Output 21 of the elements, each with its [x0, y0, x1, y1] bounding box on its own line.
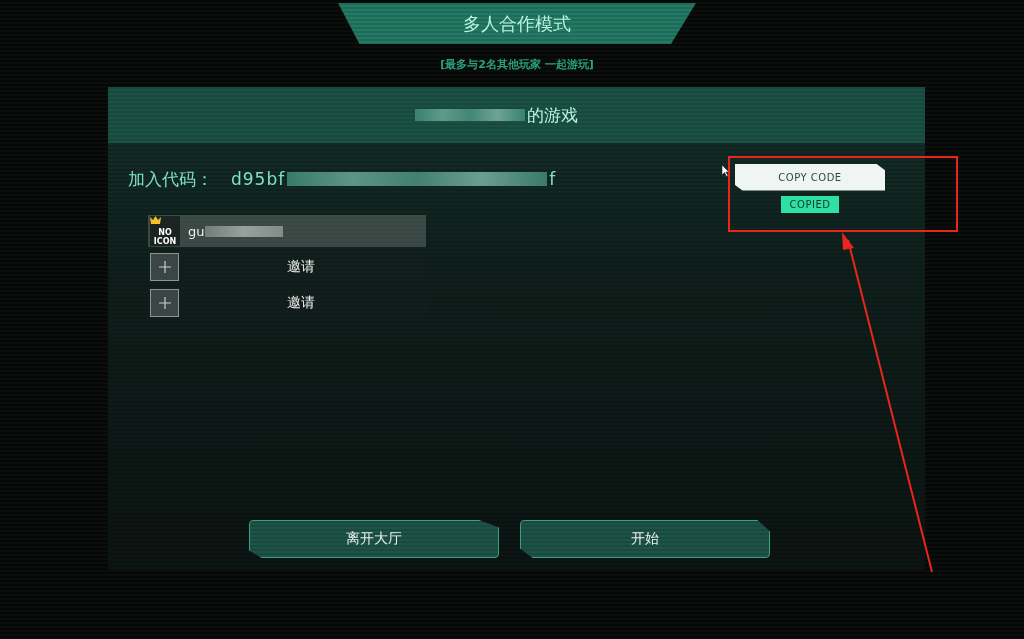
add-player-button[interactable]: [150, 253, 179, 281]
avatar-text: NO: [158, 228, 172, 237]
join-code-end: f: [549, 169, 557, 189]
copied-badge: COPIED: [780, 195, 840, 213]
join-code-start: d95bf: [231, 169, 286, 189]
cursor-icon: [721, 163, 730, 177]
invite-label[interactable]: 邀请: [287, 258, 315, 276]
copy-code-button[interactable]: COPY CODE: [735, 163, 885, 191]
start-button[interactable]: 开始: [520, 520, 770, 558]
mode-title: 多人合作模式: [463, 11, 571, 36]
join-code-label: 加入代码：: [128, 167, 213, 191]
avatar-text: ICON: [153, 237, 177, 246]
plus-icon: [158, 261, 171, 273]
player-limit-note: [最多与2名其他玩家 一起游玩]: [440, 57, 594, 72]
lobby-title: 的游戏: [527, 103, 578, 127]
invite-label[interactable]: 邀请: [287, 294, 315, 312]
crown-icon: [150, 216, 161, 224]
player-name: gu: [188, 223, 205, 239]
leave-lobby-button[interactable]: 离开大厅: [249, 520, 499, 558]
plus-icon: [158, 297, 171, 309]
add-player-button[interactable]: [150, 289, 179, 317]
